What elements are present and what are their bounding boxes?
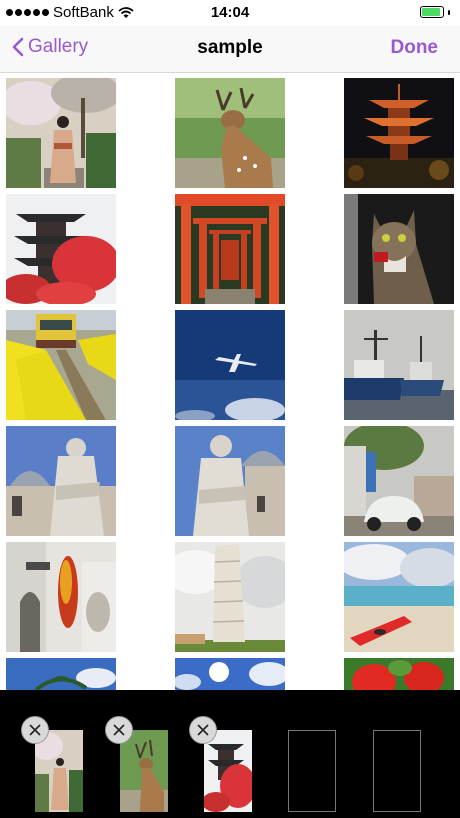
photo-thumbnail[interactable]: [6, 658, 116, 690]
remove-selection-button[interactable]: [21, 716, 49, 744]
pagoda-maple-photo: [204, 730, 252, 812]
photo-thumbnail[interactable]: [344, 78, 454, 188]
battery-icon: [420, 6, 450, 18]
pagoda-maple-photo: [6, 194, 116, 304]
photo-grid: [0, 72, 460, 690]
palm-sky-photo: [6, 658, 116, 690]
sun-sky-photo: [175, 658, 285, 690]
selected-photo-slot[interactable]: [204, 730, 252, 812]
selected-photo-slot[interactable]: [120, 730, 168, 812]
night-pagoda-photo: [344, 78, 454, 188]
statue-dome-photo: [6, 426, 116, 536]
statue-dome-photo-2: [175, 426, 285, 536]
red-flowers-photo: [344, 658, 454, 690]
kimono-woman-photo: [35, 730, 83, 812]
photo-thumbnail[interactable]: [6, 426, 116, 536]
vintage-car-photo: [344, 426, 454, 536]
alley-peppers-photo: [6, 542, 116, 652]
photo-thumbnail[interactable]: [175, 310, 285, 420]
torii-gates-photo: [175, 194, 285, 304]
photo-thumbnail[interactable]: [344, 658, 454, 690]
photo-thumbnail[interactable]: [344, 426, 454, 536]
deer-photo: [175, 78, 285, 188]
photo-thumbnail[interactable]: [175, 78, 285, 188]
photo-thumbnail[interactable]: [175, 426, 285, 536]
photo-thumbnail[interactable]: [344, 310, 454, 420]
airplane-sky-photo: [175, 310, 285, 420]
photo-thumbnail[interactable]: [175, 194, 285, 304]
train-rapeseed-photo: [6, 310, 116, 420]
deer-photo: [120, 730, 168, 812]
fishing-boats-photo: [344, 310, 454, 420]
photo-thumbnail[interactable]: [6, 542, 116, 652]
navigation-bar: Gallery sample Done: [0, 26, 460, 73]
photo-thumbnail[interactable]: [344, 194, 454, 304]
photo-thumbnail[interactable]: [175, 658, 285, 690]
selected-photo-slot[interactable]: [35, 730, 83, 812]
photo-thumbnail[interactable]: [6, 194, 116, 304]
leaning-tower-photo: [175, 542, 285, 652]
kimono-woman-photo: [6, 78, 116, 188]
close-icon: [29, 724, 41, 736]
selection-tray: [0, 690, 460, 818]
empty-selection-slot: [373, 730, 421, 812]
photo-thumbnail[interactable]: [175, 542, 285, 652]
empty-selection-slot: [288, 730, 336, 812]
photo-thumbnail[interactable]: [6, 310, 116, 420]
remove-selection-button[interactable]: [189, 716, 217, 744]
beach-kayak-photo: [344, 542, 454, 652]
done-button[interactable]: Done: [391, 37, 439, 59]
status-bar: SoftBank 14:04: [0, 0, 460, 26]
cat-photo: [344, 194, 454, 304]
status-time: 14:04: [210, 4, 250, 21]
photo-thumbnail[interactable]: [344, 542, 454, 652]
close-icon: [113, 724, 125, 736]
remove-selection-button[interactable]: [105, 716, 133, 744]
close-icon: [197, 724, 209, 736]
photo-thumbnail[interactable]: [6, 78, 116, 188]
